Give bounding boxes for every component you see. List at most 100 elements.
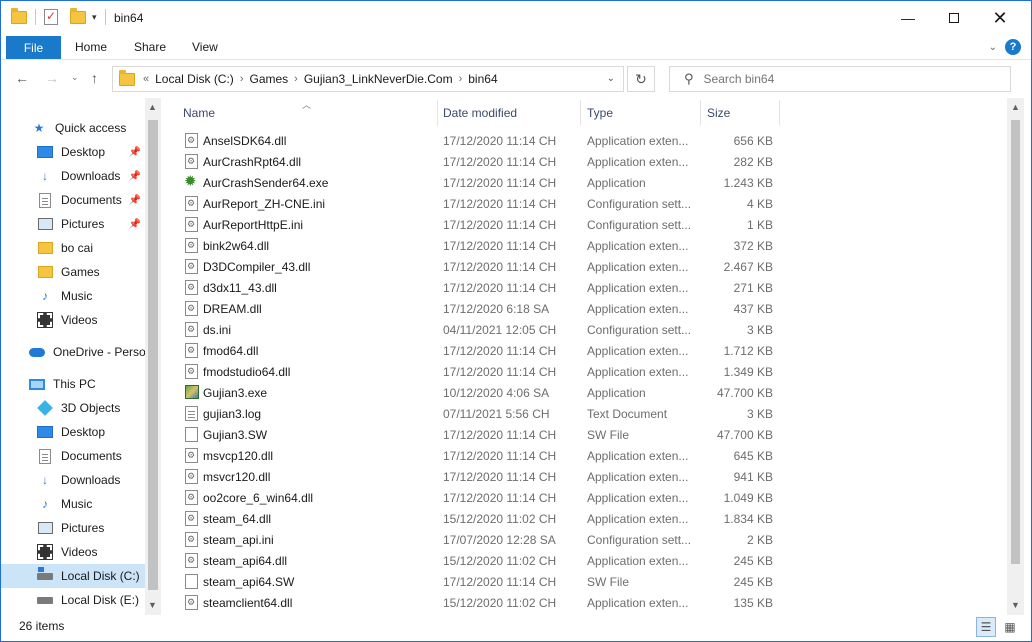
file-row[interactable]: D3DCompiler_43.dll 17/12/2020 11:14 CH App… (181, 256, 781, 277)
properties-icon[interactable] (44, 9, 58, 25)
sidebar-item-music[interactable]: ♪ Music (1, 284, 145, 308)
sidebar-item-documents[interactable]: Documents 📌 (1, 188, 145, 212)
file-row[interactable]: steam_api64.SW 17/12/2020 11:14 CH SW File… (181, 571, 781, 592)
maximize-button[interactable] (931, 1, 977, 35)
file-row[interactable]: ds.ini 04/11/2021 12:05 CH Configuration s… (181, 319, 781, 340)
details-view-icon[interactable]: ☰ (976, 617, 996, 637)
sidebar-item-quick-access[interactable]: ★ Quick access (1, 116, 145, 140)
column-header-size[interactable]: Size (707, 98, 730, 128)
breadcrumb-separator-icon[interactable]: › (240, 73, 244, 85)
pin-icon[interactable]: 📌 (129, 195, 141, 206)
search-box[interactable]: ⚲ (669, 66, 1011, 92)
sidebar-item-games[interactable]: Games (1, 260, 145, 284)
dll-file-icon (185, 469, 198, 484)
sidebar-item-label: 3D Objects (61, 401, 121, 415)
breadcrumb-bin64[interactable]: bin64 (468, 72, 497, 86)
sidebar-item-onedrive[interactable]: OneDrive - Persor (1, 340, 145, 364)
sidebar-item-local-disk-c[interactable]: Local Disk (C:) (1, 564, 145, 588)
close-button[interactable]: ✕ (977, 1, 1023, 35)
sidebar-item-pictures[interactable]: Pictures 📌 (1, 212, 145, 236)
file-row[interactable]: DREAM.dll 17/12/2020 6:18 SA Application e… (181, 298, 781, 319)
tab-home[interactable]: Home (75, 40, 107, 54)
file-row[interactable]: AurCrashSender64.exe 17/12/2020 11:14 CH A… (181, 172, 781, 193)
sidebar-item-local-disk-e[interactable]: Local Disk (E:) (1, 588, 145, 612)
breadcrumb-local-disk[interactable]: Local Disk (C:) (155, 72, 234, 86)
file-row[interactable]: Gujian3.exe 10/12/2020 4:06 SA Application… (181, 382, 781, 403)
breadcrumb-overflow[interactable]: « (143, 73, 149, 85)
file-row[interactable]: bink2w64.dll 17/12/2020 11:14 CH Applicati… (181, 235, 781, 256)
column-divider[interactable] (700, 100, 701, 126)
new-folder-icon[interactable] (70, 7, 86, 24)
breadcrumb-gujian3[interactable]: Gujian3_LinkNeverDie.Com (304, 72, 453, 86)
file-row[interactable]: AurReportHttpE.ini 17/12/2020 11:14 CH Con… (181, 214, 781, 235)
sidebar-item-music-pc[interactable]: ♪ Music (1, 492, 145, 516)
refresh-button[interactable]: ↻ (627, 66, 655, 92)
back-arrow-icon[interactable]: ← (15, 70, 29, 86)
breadcrumb-games[interactable]: Games (249, 72, 288, 86)
expand-ribbon-icon[interactable]: ⌄ (989, 42, 997, 53)
scroll-up-icon[interactable]: ▲ (1011, 102, 1020, 112)
minimize-button[interactable]: — (885, 1, 931, 35)
file-row[interactable]: AurCrashRpt64.dll 17/12/2020 11:14 CH Appl… (181, 151, 781, 172)
file-row[interactable]: gujian3.log 07/11/2021 5:56 CH Text Docume… (181, 403, 781, 424)
column-divider[interactable] (580, 100, 581, 126)
column-header-type[interactable]: Type (587, 98, 613, 128)
tab-file[interactable]: File (6, 36, 61, 59)
sidebar-item-desktop-pc[interactable]: Desktop (1, 420, 145, 444)
scrollbar-thumb[interactable] (148, 120, 158, 590)
scroll-down-icon[interactable]: ▼ (148, 600, 157, 610)
file-row[interactable]: oo2core_6_win64.dll 17/12/2020 11:14 CH Ap… (181, 487, 781, 508)
column-divider[interactable] (437, 100, 438, 126)
up-arrow-icon[interactable]: ↑ (91, 70, 98, 86)
file-row[interactable]: steam_64.dll 15/12/2020 11:02 CH Applicati… (181, 508, 781, 529)
scroll-down-icon[interactable]: ▼ (1011, 600, 1020, 610)
address-bar[interactable]: « Local Disk (C:) › Games › Gujian3_Link… (112, 66, 624, 92)
pin-icon[interactable]: 📌 (129, 219, 141, 230)
sidebar-item-downloads[interactable]: ↓ Downloads 📌 (1, 164, 145, 188)
forward-arrow-icon[interactable]: → (45, 70, 59, 86)
large-icons-view-icon[interactable]: ▦ (1000, 617, 1020, 637)
scroll-up-icon[interactable]: ▲ (148, 102, 157, 112)
recent-locations-icon[interactable]: ⌄ (71, 72, 79, 83)
pin-icon[interactable]: 📌 (129, 171, 141, 182)
file-row[interactable]: AnselSDK64.dll 17/12/2020 11:14 CH Applica… (181, 130, 781, 151)
sidebar-item-this-pc[interactable]: This PC (1, 372, 145, 396)
customize-toolbar-icon[interactable]: ▾ (92, 12, 97, 23)
column-header-name[interactable]: Name (183, 98, 215, 128)
sidebar-item-documents-pc[interactable]: Documents (1, 444, 145, 468)
file-row[interactable]: AurReport_ZH-CNE.ini 17/12/2020 11:14 CH C… (181, 193, 781, 214)
file-size: 1 KB (746, 218, 773, 232)
address-dropdown-icon[interactable]: ⌄ (607, 73, 615, 84)
sidebar-scrollbar[interactable]: ▲ ▼ (145, 98, 161, 615)
file-row[interactable]: fmod64.dll 17/12/2020 11:14 CH Application… (181, 340, 781, 361)
pin-icon[interactable]: 📌 (129, 147, 141, 158)
help-icon[interactable]: ? (1005, 39, 1021, 55)
column-divider[interactable] (779, 100, 780, 126)
file-row[interactable]: steam_api.ini 17/07/2020 12:28 SA Configur… (181, 529, 781, 550)
tab-share[interactable]: Share (134, 40, 166, 54)
folder-icon[interactable] (11, 7, 27, 24)
breadcrumb-separator-icon[interactable]: › (459, 73, 463, 85)
sidebar-item-videos[interactable]: Videos (1, 308, 145, 332)
file-row[interactable]: Gujian3.SW 17/12/2020 11:14 CH SW File 47.7… (181, 424, 781, 445)
file-row[interactable]: steam_api64.dll 15/12/2020 11:02 CH Applic… (181, 550, 781, 571)
file-row[interactable]: d3dx11_43.dll 17/12/2020 11:14 CH Applicat… (181, 277, 781, 298)
sidebar-item-desktop[interactable]: Desktop 📌 (1, 140, 145, 164)
sidebar-item-downloads-pc[interactable]: ↓ Downloads (1, 468, 145, 492)
file-size: 3 KB (746, 323, 773, 337)
file-list-scrollbar[interactable]: ▲ ▼ (1007, 98, 1024, 615)
file-row[interactable]: msvcp120.dll 17/12/2020 11:14 CH Applicati… (181, 445, 781, 466)
sidebar-item-3d-objects[interactable]: 3D Objects (1, 396, 145, 420)
scrollbar-thumb[interactable] (1011, 120, 1020, 564)
tab-view[interactable]: View (192, 40, 218, 54)
search-input[interactable] (703, 72, 994, 86)
sidebar-item-bo-cai[interactable]: bo cai (1, 236, 145, 260)
breadcrumb-separator-icon[interactable]: › (294, 73, 298, 85)
file-row[interactable]: msvcr120.dll 17/12/2020 11:14 CH Applicati… (181, 466, 781, 487)
sidebar-item-videos-pc[interactable]: Videos (1, 540, 145, 564)
file-row[interactable]: steamclient64.dll 15/12/2020 11:02 CH Appl… (181, 592, 781, 613)
sidebar-item-pictures-pc[interactable]: Pictures (1, 516, 145, 540)
column-header-date[interactable]: Date modified (443, 98, 517, 128)
file-row[interactable]: fmodstudio64.dll 17/12/2020 11:14 CH Appli… (181, 361, 781, 382)
desktop-icon (37, 144, 53, 160)
